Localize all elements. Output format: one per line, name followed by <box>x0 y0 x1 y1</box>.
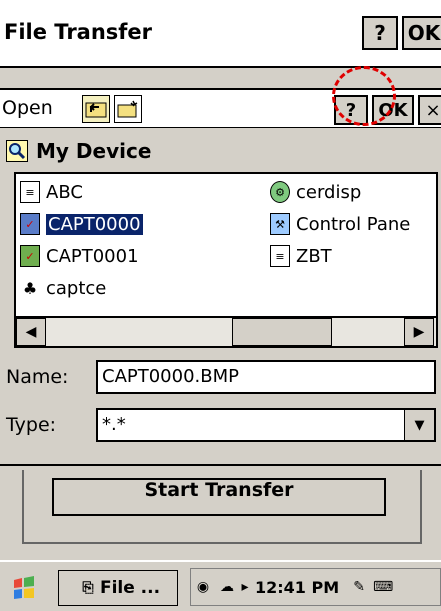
dialog-title: Open <box>2 97 53 119</box>
app-title: File Transfer <box>4 20 153 44</box>
scroll-right-icon[interactable]: ▶ <box>404 318 434 346</box>
windows-flag-icon[interactable] <box>4 570 44 606</box>
app-title-bar: File Transfer ? OK <box>0 0 441 68</box>
file-name: cerdisp <box>296 181 362 203</box>
open-file-dialog: Open ? OK × My Device ≡ ABC ⚙ cerdisp ✓ … <box>0 88 441 466</box>
colorwheel-icon[interactable]: ◉ <box>191 575 215 599</box>
dialog-close-button[interactable]: × <box>418 95 441 125</box>
bitmap-icon: ✓ <box>20 213 40 235</box>
file-item[interactable]: ⚒ Control Pane <box>270 210 410 238</box>
dialog-header: Open ? OK × <box>0 90 441 128</box>
file-item[interactable]: ✓ CAPT0001 <box>20 242 139 270</box>
dialog-ok-button[interactable]: OK <box>372 95 414 125</box>
type-row: Type: <box>6 406 76 444</box>
type-label: Type: <box>6 414 57 436</box>
task-label: File ... <box>99 578 161 598</box>
name-row: Name: <box>6 358 76 396</box>
new-folder-icon[interactable] <box>114 95 142 123</box>
file-name: CAPT0000 <box>45 212 144 236</box>
file-item[interactable]: ≡ ABC <box>20 178 83 206</box>
file-name: captce <box>46 277 107 299</box>
name-label: Name: <box>6 366 69 388</box>
file-item[interactable]: ⚙ cerdisp <box>270 178 361 206</box>
clock: 12:41 PM <box>255 577 340 597</box>
file-item[interactable]: ≡ ZBT <box>270 242 332 270</box>
app-icon: ♣ <box>22 278 38 298</box>
type-value: *.* <box>102 414 126 435</box>
up-folder-icon[interactable] <box>82 95 110 123</box>
device-search-icon <box>6 140 28 162</box>
help-button[interactable]: ? <box>362 16 398 50</box>
horizontal-scrollbar[interactable]: ◀ ▶ <box>16 316 436 346</box>
control-panel-icon: ⚒ <box>270 213 290 235</box>
file-name: Control Pane <box>296 213 411 235</box>
type-select[interactable]: *.* ▼ <box>96 408 436 442</box>
input-panel-icon[interactable]: ✎ <box>347 575 371 599</box>
task-file-transfer[interactable]: ⎘ File ... <box>58 570 178 606</box>
file-item[interactable]: ✓ CAPT0000 <box>20 210 144 238</box>
notepad-icon: ≡ <box>20 181 40 203</box>
keyboard-icon[interactable]: ⌨ <box>371 575 395 599</box>
file-item[interactable]: ♣ captce <box>20 274 107 302</box>
colorwheel-icon: ⚙ <box>270 181 290 203</box>
file-transfer-icon: ⎘ <box>82 580 94 596</box>
taskbar: ⎘ File ... ◉ ☁ ▸ 12:41 PM ✎ ⌨ <box>0 560 441 611</box>
arrow-right-icon[interactable]: ▸ <box>239 575 251 599</box>
name-field[interactable]: CAPT0000.BMP <box>96 360 436 394</box>
screen: File Transfer ? OK Start Transfer Open ?… <box>0 0 441 611</box>
system-tray: ◉ ☁ ▸ 12:41 PM ✎ ⌨ <box>190 568 441 606</box>
location-bar: My Device <box>6 136 151 166</box>
start-transfer-button[interactable]: Start Transfer <box>52 478 386 516</box>
file-name: ABC <box>46 181 83 203</box>
start-transfer-label: Start Transfer <box>144 479 294 501</box>
file-name: ZBT <box>296 245 332 267</box>
file-list[interactable]: ≡ ABC ⚙ cerdisp ✓ CAPT0000 ⚒ Control Pan… <box>14 172 438 348</box>
dialog-help-button[interactable]: ? <box>334 95 368 125</box>
location-label: My Device <box>36 139 152 163</box>
scroll-left-icon[interactable]: ◀ <box>16 318 46 346</box>
bitmap-icon: ✓ <box>20 245 40 267</box>
scroll-thumb[interactable] <box>232 318 332 346</box>
file-name: CAPT0001 <box>46 245 139 267</box>
network-icon[interactable]: ☁ <box>215 575 239 599</box>
notepad-icon: ≡ <box>270 245 290 267</box>
ok-button[interactable]: OK <box>402 16 441 50</box>
chevron-down-icon[interactable]: ▼ <box>404 410 434 440</box>
